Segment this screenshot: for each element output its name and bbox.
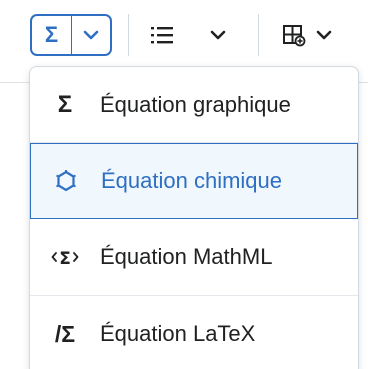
table-insert-icon: [283, 25, 306, 47]
equation-split-button: Σ: [30, 14, 112, 56]
chevron-down-icon: [316, 30, 332, 40]
bulleted-list-button[interactable]: [144, 14, 180, 56]
editor-toolbar-area: Σ Σ Équation graphique Équation chimique…: [0, 0, 368, 369]
bulleted-list-icon: [151, 27, 173, 44]
equation-menu: Σ Équation graphique Équation chimique Σ…: [29, 66, 359, 369]
menu-item-latex-equation[interactable]: /Σ Équation LaTeX: [30, 296, 358, 369]
svg-text:Σ: Σ: [59, 249, 71, 269]
menu-item-label: Équation chimique: [101, 168, 283, 193]
menu-item-label: Équation graphique: [100, 91, 291, 117]
menu-item-graphical-equation[interactable]: Σ Équation graphique: [30, 67, 358, 143]
sigma-icon: Σ: [44, 22, 59, 47]
latex-icon: /Σ: [54, 320, 76, 347]
equation-button[interactable]: Σ: [32, 16, 72, 54]
equation-dropdown-toggle[interactable]: [72, 16, 110, 54]
chevron-down-icon: [83, 30, 99, 40]
table-insert-button[interactable]: [274, 14, 340, 56]
mathml-icon: Σ: [30, 245, 100, 269]
toolbar-separator: [258, 14, 259, 56]
menu-item-mathml-equation[interactable]: Σ Équation MathML: [30, 219, 358, 296]
menu-item-chemical-equation[interactable]: Équation chimique: [30, 143, 358, 219]
menu-item-label: Équation LaTeX: [100, 321, 256, 346]
sigma-icon: Σ: [57, 90, 73, 118]
list-options-dropdown[interactable]: [200, 14, 236, 56]
menu-item-label: Équation MathML: [100, 244, 273, 269]
chevron-down-icon: [210, 30, 226, 40]
toolbar-separator: [128, 14, 129, 56]
chemistry-icon: [31, 169, 101, 193]
